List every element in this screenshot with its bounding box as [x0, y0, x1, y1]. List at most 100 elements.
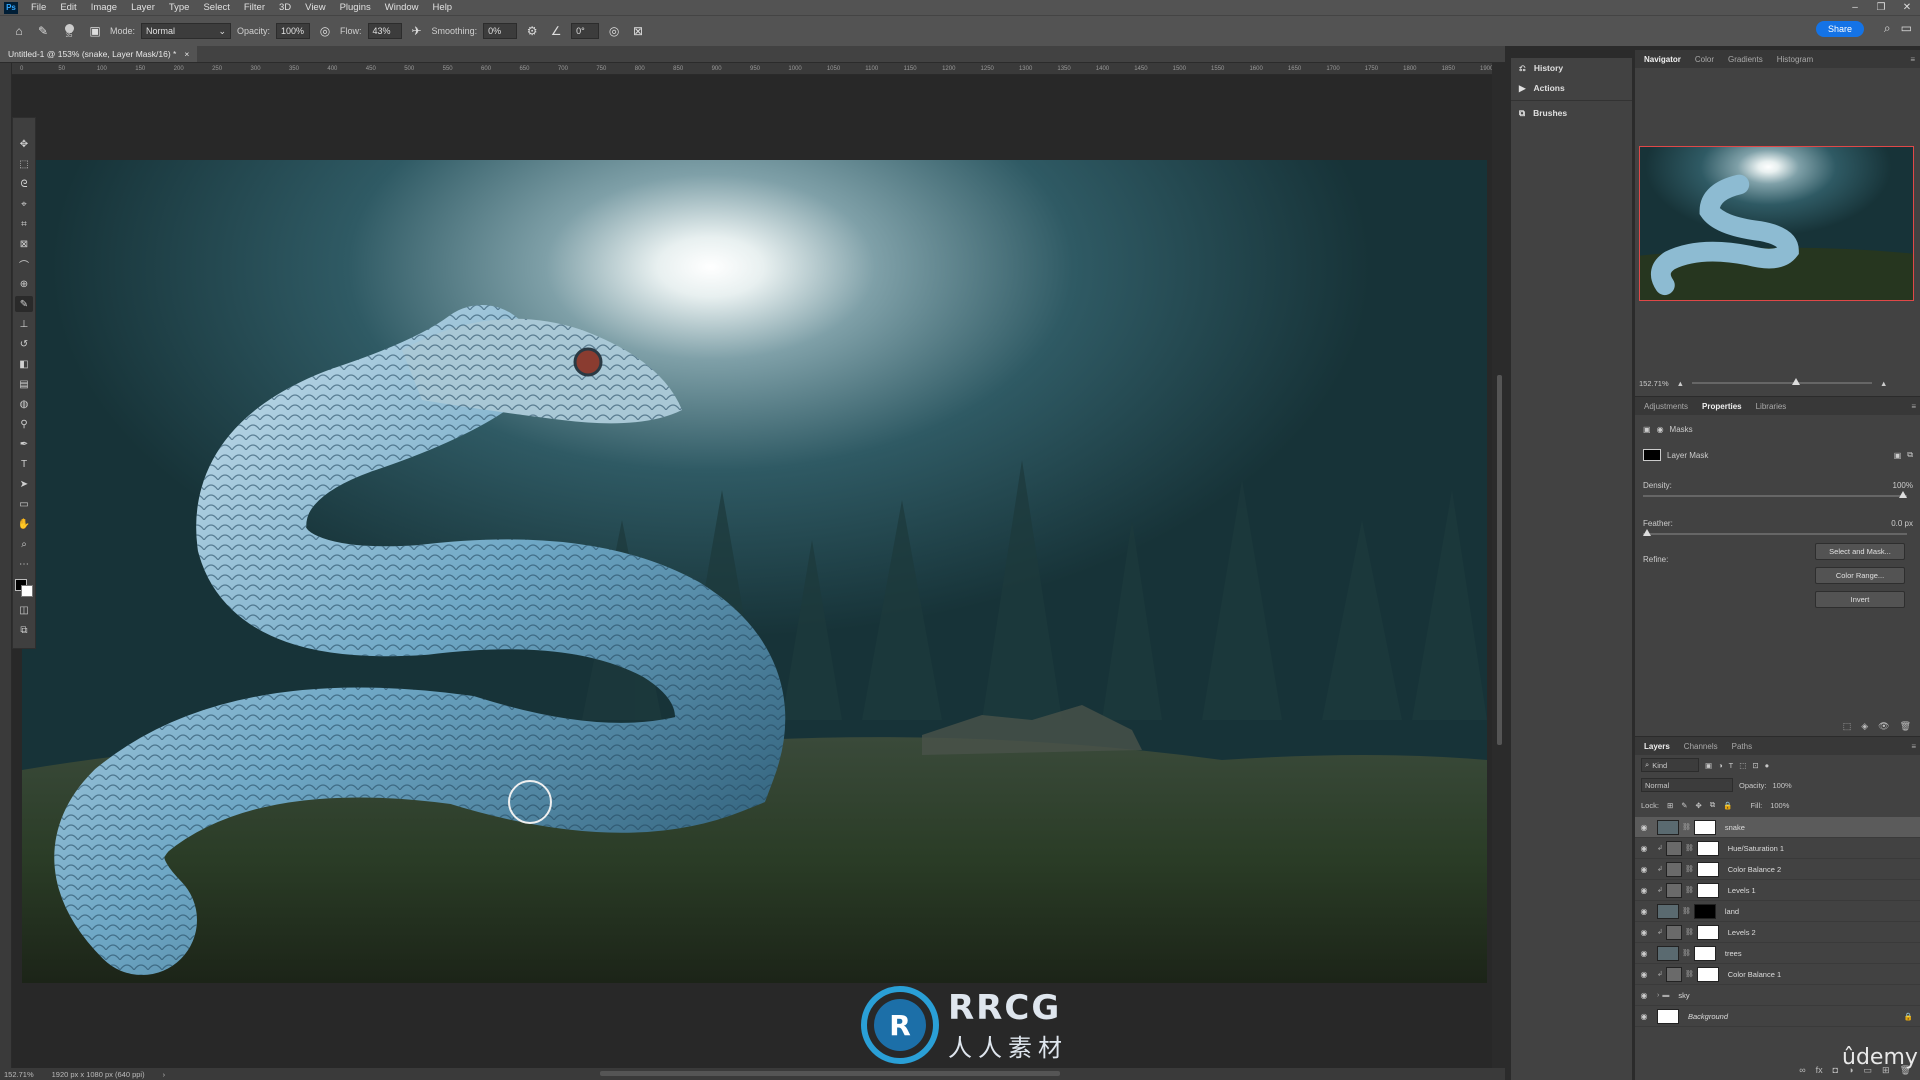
tab-histogram[interactable]: Histogram: [1772, 55, 1818, 64]
chevron-right-icon[interactable]: ›: [163, 1070, 166, 1079]
type-filter-icon[interactable]: T: [1729, 761, 1734, 770]
eye-icon[interactable]: ◉: [1635, 991, 1653, 1000]
object-select-tool-icon[interactable]: ⌖: [15, 196, 33, 212]
mode-select[interactable]: Normal ⌄: [141, 23, 232, 39]
feather-knob[interactable]: [1643, 529, 1651, 536]
healing-brush-tool-icon[interactable]: ⊕: [15, 276, 33, 292]
quick-mask-icon[interactable]: ◫: [15, 602, 33, 618]
vertical-scroll-thumb[interactable]: [1497, 375, 1502, 745]
eye-icon[interactable]: ◉: [1635, 949, 1653, 958]
layer-row[interactable]: ◉ ↲ ⛓ Levels 1: [1635, 880, 1920, 901]
shape-filter-icon[interactable]: ⬚: [1739, 761, 1746, 770]
tab-color[interactable]: Color: [1690, 55, 1719, 64]
status-zoom[interactable]: 152.71%: [4, 1070, 34, 1079]
link-icon[interactable]: ⛓: [1685, 865, 1694, 873]
layer-opacity-value[interactable]: 100%: [1773, 781, 1792, 790]
layer-mask-thumbnail[interactable]: [1696, 924, 1719, 940]
tab-adjustments[interactable]: Adjustments: [1639, 402, 1693, 411]
panel-brushes[interactable]: ⧉ Brushes: [1511, 103, 1632, 123]
layer-mask-thumbnail[interactable]: [1696, 840, 1719, 856]
restore-icon[interactable]: ❐: [1868, 0, 1894, 15]
layer-mask-thumbnail[interactable]: [1693, 819, 1716, 835]
airbrush-icon[interactable]: ✈: [408, 22, 426, 40]
menu-item-edit[interactable]: Edit: [53, 2, 83, 13]
search-icon[interactable]: ⌕: [1884, 21, 1891, 36]
layer-row[interactable]: ◉ › ▬ sky: [1635, 985, 1920, 1006]
eye-icon[interactable]: ◉: [1635, 823, 1653, 832]
dodge-tool-icon[interactable]: ⚲: [15, 416, 33, 432]
layer-mask-thumbnail[interactable]: [1696, 882, 1719, 898]
panel-history[interactable]: ⎌ History: [1511, 58, 1632, 78]
adjustment-filter-icon[interactable]: ◑: [1718, 761, 1723, 770]
zoom-tool-icon[interactable]: ⌕: [15, 536, 33, 552]
add-mask-icon[interactable]: ◘: [1833, 1065, 1838, 1076]
flow-field[interactable]: 43%: [367, 23, 402, 39]
eye-icon[interactable]: ◉: [1635, 907, 1653, 916]
panel-menu-icon[interactable]: ≡: [1906, 742, 1920, 751]
eraser-tool-icon[interactable]: ◧: [15, 356, 33, 372]
pixel-mask-icon[interactable]: ▣: [1643, 425, 1651, 434]
menu-item-filter[interactable]: Filter: [237, 2, 272, 13]
menu-item-file[interactable]: File: [24, 2, 53, 13]
eye-icon[interactable]: ◉: [1635, 865, 1653, 874]
feather-slider[interactable]: [1643, 529, 1907, 536]
density-value[interactable]: 100%: [1893, 481, 1913, 490]
navigator-preview[interactable]: [1639, 146, 1914, 301]
close-icon[interactable]: ✕: [1894, 0, 1920, 15]
eye-icon[interactable]: ◉: [1635, 844, 1653, 853]
trash-icon[interactable]: 🗑: [1900, 721, 1911, 732]
vertical-scrollbar[interactable]: [1494, 75, 1505, 1068]
gradient-tool-icon[interactable]: ▤: [15, 376, 33, 392]
layer-row[interactable]: ◉ ↲ ⛓ Hue/Saturation 1: [1635, 838, 1920, 859]
lasso-tool-icon[interactable]: ᘓ: [15, 176, 33, 192]
navigator-zoom-knob[interactable]: [1792, 378, 1801, 385]
layer-mask-thumbnail[interactable]: [1693, 903, 1716, 919]
opacity-field[interactable]: 100%: [276, 23, 311, 39]
menu-item-help[interactable]: Help: [426, 2, 460, 13]
link-icon[interactable]: ⛓: [1685, 970, 1694, 978]
lock-position-icon[interactable]: ✥: [1696, 801, 1702, 810]
color-range-button[interactable]: Color Range...: [1815, 567, 1905, 584]
layer-row[interactable]: ◉ ↲ ⛓ Color Balance 2: [1635, 859, 1920, 880]
lock-all-icon[interactable]: 🔒: [1723, 801, 1732, 810]
clone-stamp-tool-icon[interactable]: ⊥: [15, 316, 33, 332]
type-tool-icon[interactable]: T: [15, 456, 33, 472]
fill-value[interactable]: 100%: [1770, 801, 1789, 810]
brush-tool-icon[interactable]: ✎: [15, 296, 33, 312]
gear-icon[interactable]: ⚙: [523, 22, 541, 40]
tab-paths[interactable]: Paths: [1727, 742, 1757, 751]
link-icon[interactable]: ⛓: [1685, 928, 1694, 936]
layer-row[interactable]: ◉ ⛓ trees: [1635, 943, 1920, 964]
color-swatches[interactable]: [14, 578, 34, 598]
blend-mode-select[interactable]: Normal: [1641, 778, 1733, 792]
tab-libraries[interactable]: Libraries: [1751, 402, 1792, 411]
layer-thumbnail[interactable]: [1657, 903, 1679, 919]
share-button[interactable]: Share: [1815, 21, 1864, 37]
layer-row[interactable]: ◉ ↲ ⛓ Levels 2: [1635, 922, 1920, 943]
lock-image-icon[interactable]: ✎: [1681, 801, 1687, 810]
horizontal-scrollbar[interactable]: [600, 1071, 1060, 1076]
menu-item-layer[interactable]: Layer: [124, 2, 162, 13]
crop-tool-icon[interactable]: ⌗: [15, 216, 33, 232]
layer-mask-thumbnail[interactable]: [1693, 945, 1716, 961]
link-layers-icon[interactable]: ∞: [1799, 1065, 1805, 1076]
kind-filter-select[interactable]: ⌕ Kind: [1641, 758, 1699, 772]
layer-row[interactable]: ◉ ⛓ snake: [1635, 817, 1920, 838]
symmetry-icon[interactable]: ⊠: [629, 22, 647, 40]
layer-row[interactable]: ◉ ⛓ land: [1635, 901, 1920, 922]
layer-row[interactable]: ◉ Background 🔒: [1635, 1006, 1920, 1027]
zoom-out-icon[interactable]: ▲: [1677, 379, 1684, 388]
menu-item-select[interactable]: Select: [196, 2, 236, 13]
smart-object-filter-icon[interactable]: ⊡: [1752, 761, 1758, 770]
marquee-tool-icon[interactable]: ⬚: [15, 156, 33, 172]
hand-tool-icon[interactable]: ✋: [15, 516, 33, 532]
panel-actions[interactable]: ▶ Actions: [1511, 78, 1632, 98]
close-tab-icon[interactable]: ×: [184, 49, 189, 59]
blur-tool-icon[interactable]: ◍: [15, 396, 33, 412]
eye-icon[interactable]: ◉: [1635, 970, 1653, 979]
invert-button[interactable]: Invert: [1815, 591, 1905, 608]
layer-thumbnail[interactable]: [1657, 1008, 1679, 1024]
visibility-icon[interactable]: 👁: [1878, 721, 1889, 732]
panel-menu-icon[interactable]: ≡: [1905, 55, 1920, 64]
chevron-right-icon[interactable]: ›: [1657, 992, 1659, 999]
